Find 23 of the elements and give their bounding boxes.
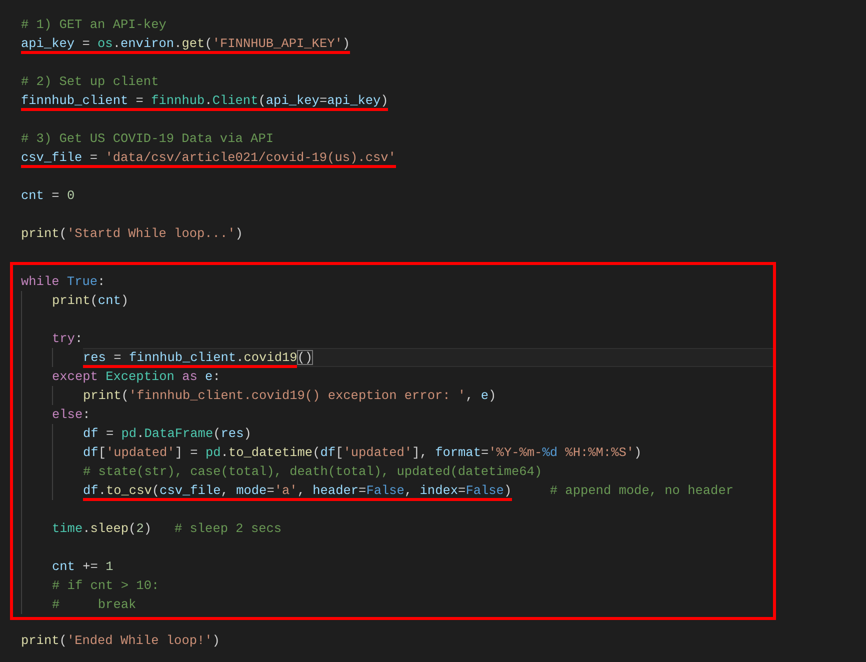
- code-line: print('finnhub_client.covid19() exception error: ', e): [83, 387, 498, 405]
- code-line: # 1) GET an API-key: [21, 16, 168, 34]
- code-line: finnhub_client = finnhub.Client(api_key=api_key): [21, 91, 866, 110]
- code-line: df = pd.DataFrame(res): [83, 425, 252, 443]
- code-line: df.to_csv(csv_file, mode='a', header=False, index=False) # append mode, no header: [83, 481, 773, 500]
- code-line: # 2) Set up client: [21, 73, 160, 91]
- code-line: # break: [52, 596, 138, 614]
- code-line: try:: [52, 330, 84, 348]
- code-line: csv_file = 'data/csv/article021/covid-19(us).csv': [21, 148, 866, 167]
- code-line: cnt += 1: [52, 558, 114, 576]
- code-line: # if cnt > 10:: [52, 577, 160, 595]
- code-line: else:: [52, 406, 92, 424]
- code-line: # 3) Get US COVID-19 Data via API: [21, 130, 274, 148]
- code-line: print('Startd While loop...'): [21, 225, 244, 243]
- code-line: print('Ended While loop!'): [21, 632, 221, 650]
- code-line: api_key = os.environ.get('FINNHUB_API_KEY'): [21, 34, 866, 53]
- code-line: time.sleep(2) # sleep 2 secs: [52, 520, 283, 538]
- code-line: print(cnt): [52, 292, 130, 310]
- code-line: while True:: [21, 273, 106, 291]
- code-line: except Exception as e:: [52, 368, 222, 386]
- code-line: cnt = 0: [21, 187, 76, 205]
- code-line: # state(str), case(total), death(total), updated(datetime64): [83, 463, 544, 481]
- code-line: df['updated'] = pd.to_datetime(df['updated'], format='%Y-%m-%d %H:%M:%S'): [83, 444, 643, 462]
